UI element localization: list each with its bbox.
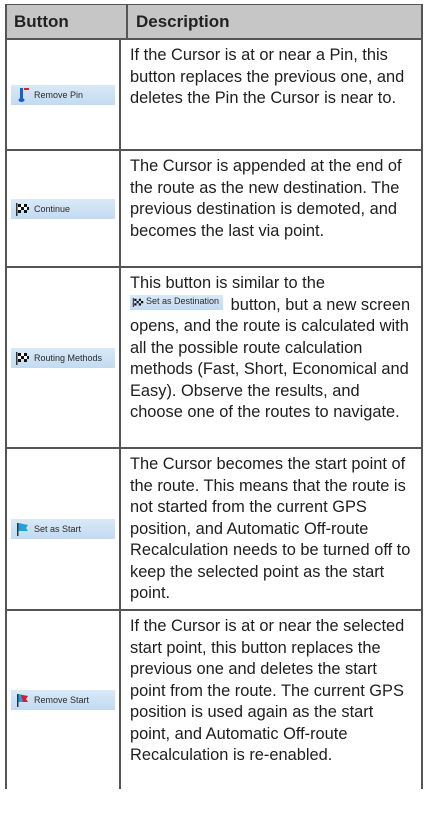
header-button: Button [7,5,128,38]
continue-button[interactable]: Continue [11,198,115,219]
button-cell: Continue [7,151,121,266]
checkered-flag-icon [16,202,29,216]
checkered-flag-icon [132,297,144,307]
pin-remove-icon [18,87,29,102]
button-cell: Remove Pin [7,40,121,149]
description-cell: If the Cursor is at or near a Pin, this … [130,46,405,107]
button-label: Set as Start [34,524,82,534]
table-row: Remove Start If the Cursor is at or near… [7,611,421,789]
button-label: Remove Pin [34,89,84,100]
routing-methods-button[interactable]: Routing Methods [11,347,115,368]
button-label: Continue [34,203,71,214]
description-cell: If the Cursor is at or near the selected… [130,617,405,764]
description-cell: This button is similar to the Set as Des… [121,268,421,447]
description-cell: The Cursor becomes the start point of th… [130,455,411,602]
set-as-destination-button[interactable]: Set as Destination [130,294,224,310]
button-cell: Set as Start [7,449,121,609]
set-as-start-button[interactable]: Set as Start [11,519,115,539]
table-row: Set as Start The Cursor becomes the star… [7,449,421,611]
checkered-flag-icon [16,351,29,365]
start-flag-icon [17,523,28,536]
header-description: Description [136,11,230,31]
start-flag-remove-icon [17,694,28,707]
remove-pin-button[interactable]: Remove Pin [11,84,115,105]
description-text: button, but a new screen opens, and the … [130,295,411,422]
table-row: Routing Methods This button is similar t… [7,268,421,449]
button-label: Routing Methods [34,352,103,363]
table-row: Continue The Cursor is appended at the e… [7,151,421,268]
button-description-table: Button Description Remove Pin If the Cur… [5,4,423,789]
table-header: Button Description [7,4,421,40]
button-label: Remove Start [34,695,90,705]
table-row: Remove Pin If the Cursor is at or near a… [7,40,421,151]
description-cell: The Cursor is appended at the end of the… [130,157,402,240]
remove-start-button[interactable]: Remove Start [11,690,115,710]
button-cell: Remove Start [7,611,121,789]
button-cell: Routing Methods [7,268,121,447]
inline-button-label: Set as Destination [146,296,220,307]
description-text: This button is similar to the [130,274,325,292]
